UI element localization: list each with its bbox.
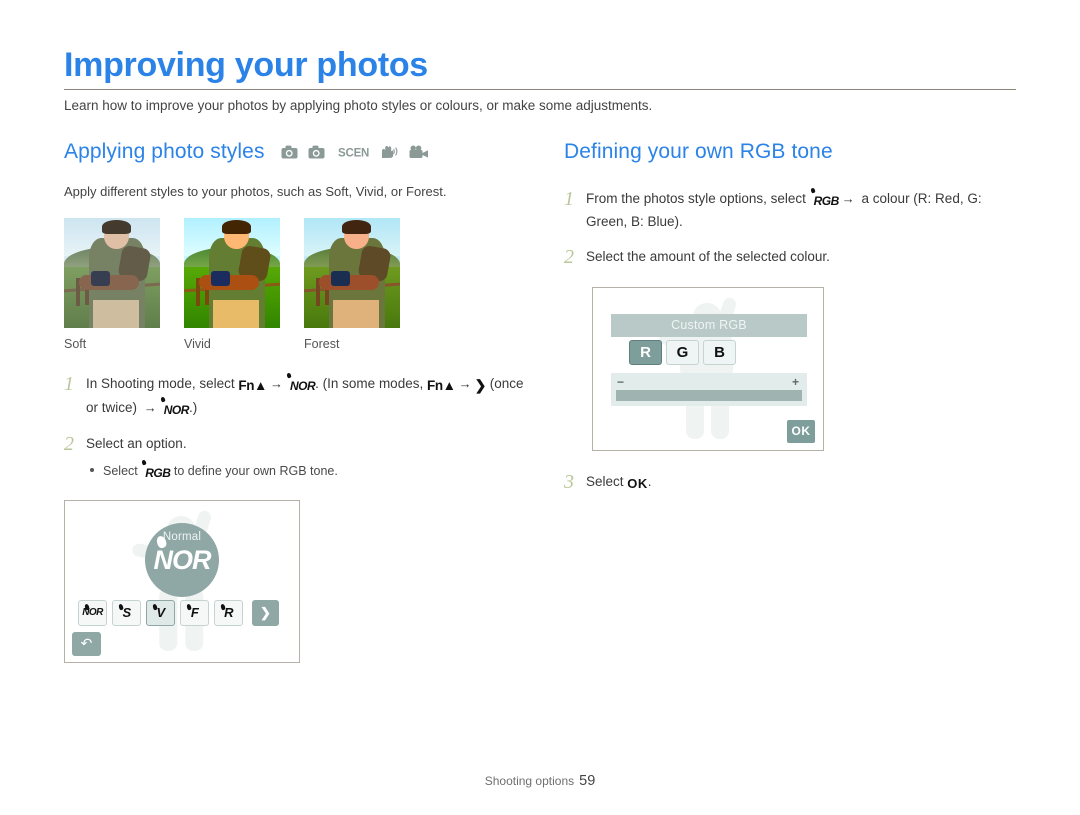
camera-icon	[281, 145, 298, 159]
right-column: Defining your own RGB tone 1 From the ph…	[564, 140, 1034, 508]
step-bullet: Select RGB to define your own RGB tone.	[86, 462, 338, 482]
arrow-icon: →	[458, 376, 472, 392]
page-footer: Shooting options 59	[0, 773, 1080, 789]
style-button-soft[interactable]: S	[112, 599, 141, 626]
slider-minus-icon[interactable]: −	[617, 375, 624, 389]
rgb-channel-buttons: R G B	[629, 339, 736, 365]
back-arrow-icon[interactable]: ↶	[72, 631, 101, 656]
style-button-nor[interactable]: NOR	[78, 599, 107, 626]
left-steps-list: 1 In Shooting mode, select Fn▲ → NOR. (In …	[64, 373, 534, 481]
step-number: 1	[564, 188, 574, 210]
glyph-rgb-icon: RGB	[810, 192, 840, 211]
scene-icon: SCENE	[338, 145, 369, 159]
step-number: 1	[64, 373, 74, 396]
glyph-caret-icon: ❯	[474, 377, 487, 394]
step-item: 1 From the photos style options, select …	[564, 188, 1034, 233]
intro-text: Learn how to improve your photos by appl…	[64, 98, 653, 113]
amount-slider[interactable]: − +	[611, 372, 807, 406]
slider-track[interactable]	[616, 389, 802, 401]
glyph-ok-icon: OK	[627, 475, 648, 491]
section-title-applying-photo-styles: Applying photo styles	[64, 140, 265, 163]
footer-page-number: 59	[579, 773, 596, 789]
page-title: Improving your photos	[64, 46, 428, 84]
svg-text:P: P	[320, 153, 325, 159]
rgb-channel-r[interactable]: R	[629, 339, 662, 365]
sample-forest: Forest	[304, 218, 400, 351]
svg-text:SCENE: SCENE	[338, 147, 369, 159]
camera-screen-photo-styles[interactable]: Normal NOR NOR S V F R ❯ ↶	[64, 499, 300, 663]
sample-label: Forest	[304, 337, 340, 352]
sample-photo-vivid	[184, 218, 280, 329]
sample-photo-forest	[304, 218, 400, 329]
step-item: 2 Select the amount of the selected colo…	[564, 246, 1034, 269]
applying-photo-styles-heading-row: Applying photo styles P SCEN	[64, 140, 534, 164]
step-text: In Shooting mode, select Fn▲ → NOR. (In so…	[86, 373, 534, 420]
rgb-channel-b[interactable]: B	[703, 339, 736, 365]
style-button-bar: NOR S V F R ❯	[78, 599, 279, 626]
bullet-dot	[90, 468, 94, 473]
right-steps-list-continued: 3 Select OK.	[564, 471, 1034, 495]
arrow-icon: →	[143, 399, 157, 415]
slider-plus-icon[interactable]: +	[792, 375, 799, 389]
arrow-icon: →	[270, 376, 283, 392]
sample-label: Vivid	[184, 337, 211, 352]
left-column: Applying photo styles P SCEN Apply diffe…	[64, 140, 534, 663]
custom-rgb-title: Custom RGB	[611, 313, 807, 337]
sample-label: Soft	[64, 337, 87, 352]
dual-is-icon	[379, 145, 398, 159]
step-text: Select an option.	[86, 435, 187, 451]
movie-icon	[409, 145, 429, 159]
right-steps-list: 1 From the photos style options, select …	[564, 188, 1034, 269]
step-text: Select OK.	[586, 471, 652, 495]
photo-style-samples: Soft Vivid Forest	[64, 218, 534, 351]
step-text: Select the amount of the selected colour…	[586, 248, 830, 264]
arrow-icon: →	[841, 191, 855, 206]
glyph-fn-icon: Fn▲	[426, 378, 456, 394]
section-title-defining-rgb-tone: Defining your own RGB tone	[564, 140, 833, 163]
sample-vivid: Vivid	[184, 218, 280, 351]
sample-soft: Soft	[64, 218, 160, 351]
step-item: 2 Select an option. Select RGB to define…	[64, 433, 534, 482]
title-divider	[64, 89, 1016, 90]
next-page-arrow-icon[interactable]: ❯	[252, 599, 279, 626]
step-text: From the photos style options, select RG…	[586, 191, 982, 230]
camera-screen-custom-rgb[interactable]: Custom RGB R G B − + OK	[592, 286, 824, 451]
step-number: 3	[564, 470, 574, 493]
section-description: Apply different styles to your photos, s…	[64, 184, 447, 199]
glyph-nor-icon: NOR	[286, 377, 316, 396]
footer-label: Shooting options	[484, 774, 575, 788]
mode-icons-group: P SCENE	[281, 143, 435, 161]
bullet-text: Select RGB to define your own RGB tone.	[103, 463, 338, 480]
glyph-rgb-icon: RGB	[141, 464, 171, 482]
mode-indicator: Normal NOR	[145, 522, 219, 597]
step-number: 2	[64, 432, 74, 455]
ok-button[interactable]: OK	[787, 419, 815, 443]
sample-photo-soft	[64, 218, 160, 329]
rgb-channel-g[interactable]: G	[666, 339, 699, 365]
style-button-vivid[interactable]: V	[146, 599, 175, 626]
style-button-forest[interactable]: F	[180, 599, 209, 626]
mode-glyph-nor-icon: NOR	[145, 545, 219, 576]
style-button-retro[interactable]: R	[214, 599, 243, 626]
step-item: 1 In Shooting mode, select Fn▲ → NOR. (In …	[64, 373, 534, 420]
step-number: 2	[564, 245, 574, 268]
document-page: Improving your photos Learn how to impro…	[0, 0, 1080, 815]
step-item: 3 Select OK.	[564, 471, 1034, 495]
camera-program-icon: P	[308, 145, 327, 159]
glyph-nor-icon: NOR	[160, 401, 190, 420]
glyph-fn-icon: Fn▲	[238, 378, 267, 394]
